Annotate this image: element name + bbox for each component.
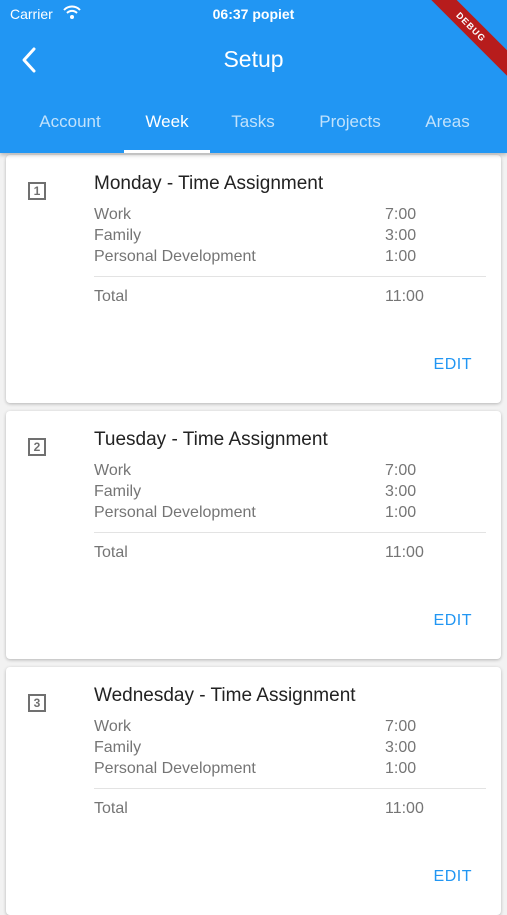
assignment-label: Family [94, 739, 142, 756]
looks-one-icon: 1 [28, 182, 46, 200]
assignment-label: Work [94, 462, 132, 479]
looks-three-icon: 3 [28, 694, 46, 712]
assignment-value: 1:00 [385, 248, 417, 265]
tab-bar: Account Week Tasks Projects Areas [0, 104, 507, 153]
assignment-value: 3:00 [385, 227, 417, 244]
card-title: Monday - Time Assignment [94, 173, 324, 194]
total-value: 11:00 [385, 800, 424, 817]
day-card-monday: 1 Monday - Time Assignment Work 7:00 Fam… [6, 155, 501, 403]
page-title: Setup [223, 46, 284, 72]
assignment-label: Family [94, 227, 142, 244]
assignment-label: Personal Development [94, 760, 256, 777]
divider [94, 788, 486, 789]
status-bar: Carrier 06:37 popiet [0, 0, 507, 30]
app-bar: Carrier 06:37 popiet DEBUG Setup Account… [0, 0, 507, 153]
looks-two-icon: 2 [28, 438, 46, 456]
total-value: 11:00 [385, 544, 424, 561]
total-label: Total [94, 288, 128, 305]
card-title: Tuesday - Time Assignment [94, 429, 328, 450]
card-title: Wednesday - Time Assignment [94, 685, 356, 706]
tab-projects[interactable]: Projects [305, 104, 395, 153]
assignment-value: 3:00 [385, 739, 417, 756]
day-card-tuesday: 2 Tuesday - Time Assignment Work 7:00 Fa… [6, 411, 501, 659]
day-card-wednesday: 3 Wednesday - Time Assignment Work 7:00 … [6, 667, 501, 915]
tab-tasks[interactable]: Tasks [218, 104, 288, 153]
assignment-label: Personal Development [94, 504, 256, 521]
assignment-label: Work [94, 206, 132, 223]
assignment-value: 1:00 [385, 504, 417, 521]
assignment-label: Personal Development [94, 248, 256, 265]
divider [94, 276, 486, 277]
assignment-label: Work [94, 718, 132, 735]
divider [94, 532, 486, 533]
tab-account[interactable]: Account [25, 104, 115, 153]
total-value: 11:00 [385, 288, 424, 305]
assignment-label: Family [94, 483, 142, 500]
edit-button[interactable]: EDIT [434, 356, 472, 374]
assignment-value: 1:00 [385, 760, 417, 777]
total-label: Total [94, 544, 128, 561]
tab-week[interactable]: Week [124, 104, 210, 153]
total-label: Total [94, 800, 128, 817]
assignment-value: 3:00 [385, 483, 417, 500]
assignment-value: 7:00 [385, 206, 417, 223]
tab-indicator [124, 150, 210, 153]
tab-areas[interactable]: Areas [410, 104, 485, 153]
edit-button[interactable]: EDIT [434, 868, 472, 886]
assignment-value: 7:00 [385, 462, 417, 479]
status-time: 06:37 popiet [212, 6, 295, 22]
assignment-value: 7:00 [385, 718, 417, 735]
edit-button[interactable]: EDIT [434, 612, 472, 630]
